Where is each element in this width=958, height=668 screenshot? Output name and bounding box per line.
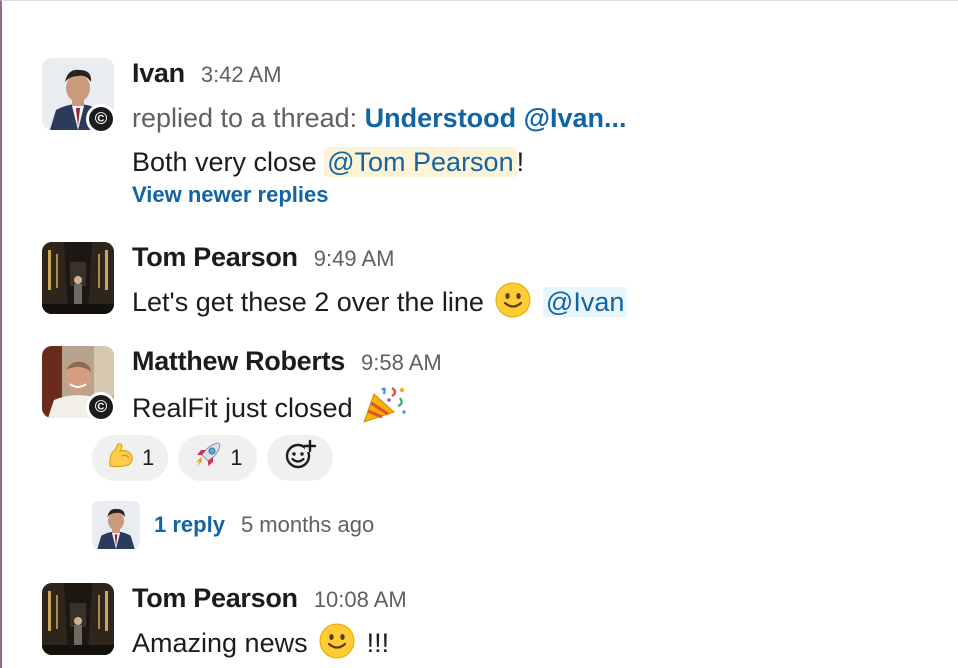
reply-avatar-ivan [92, 501, 140, 549]
avatar-tom-pearson-image [42, 242, 114, 314]
timestamp[interactable]: 3:42 AM [201, 62, 282, 88]
avatar-tom-pearson-image [42, 583, 114, 655]
message-text: RealFit just closed [132, 384, 958, 437]
message-header: Matthew Roberts 9:58 AM [132, 346, 958, 378]
rocket-icon [192, 439, 224, 477]
mention-ivan[interactable]: @Ivan [542, 287, 628, 317]
thread-last-reply-time: 5 months ago [240, 512, 375, 537]
thread-reply-context: replied to a thread: Understood @Ivan... [132, 96, 958, 140]
reaction-count: 1 [142, 445, 155, 470]
timestamp[interactable]: 10:08 AM [314, 587, 407, 613]
thread-prefix: replied to a thread: [132, 103, 358, 133]
add-reaction-button[interactable] [266, 435, 333, 481]
message-text-before: Both very close [132, 147, 317, 177]
thread-title-link[interactable]: Understood @Ivan... [365, 103, 627, 133]
sender-name[interactable]: Tom Pearson [132, 583, 298, 614]
message-text-after: !!! [366, 628, 390, 658]
message-header: Tom Pearson 9:49 AM [132, 242, 958, 274]
message-header: Tom Pearson 10:08 AM [132, 583, 958, 615]
sender-name[interactable]: Matthew Roberts [132, 346, 345, 377]
message-text: Let's get these 2 over the line @Ivan [132, 280, 958, 331]
message-text-before: Amazing news [132, 628, 308, 658]
message-header: Ivan 3:42 AM [132, 58, 958, 90]
reaction-flexed-biceps[interactable]: 1 [92, 435, 169, 481]
message-text-before: Let's get these 2 over the line [132, 287, 484, 317]
avatar-tom-pearson[interactable] [42, 242, 114, 314]
slightly-smiling-face-icon [495, 282, 531, 331]
sender-name[interactable]: Ivan [132, 58, 185, 89]
thread-reply-count-link[interactable]: 1 reply [154, 512, 225, 538]
slightly-smiling-face-icon [319, 623, 355, 668]
mention-tom-pearson[interactable]: @Tom Pearson [324, 147, 517, 177]
timestamp[interactable]: 9:58 AM [361, 350, 442, 376]
message-text: Both very close @Tom Pearson! [132, 140, 958, 184]
copyright-badge-icon: © [86, 104, 116, 134]
add-reaction-icon [283, 438, 317, 478]
message-text: Amazing news !!! [132, 621, 958, 668]
sender-name[interactable]: Tom Pearson [132, 242, 298, 273]
thread-replies-row[interactable]: 1 reply 5 months ago [92, 501, 374, 549]
message-list: © Ivan 3:42 AM replied to a thread: Unde… [0, 0, 958, 668]
message-text-after: ! [516, 147, 525, 177]
timestamp[interactable]: 9:49 AM [314, 246, 395, 272]
reaction-rocket[interactable]: 1 [178, 435, 257, 481]
message-text-before: RealFit just closed [132, 393, 353, 423]
view-newer-replies-link[interactable]: View newer replies [132, 182, 328, 207]
flexed-biceps-icon [106, 440, 136, 476]
reaction-bar: 1 1 [92, 435, 333, 481]
copyright-badge-icon: © [86, 392, 116, 422]
reaction-count: 1 [230, 445, 243, 470]
avatar-tom-pearson[interactable] [42, 583, 114, 655]
party-popper-icon [362, 384, 408, 437]
